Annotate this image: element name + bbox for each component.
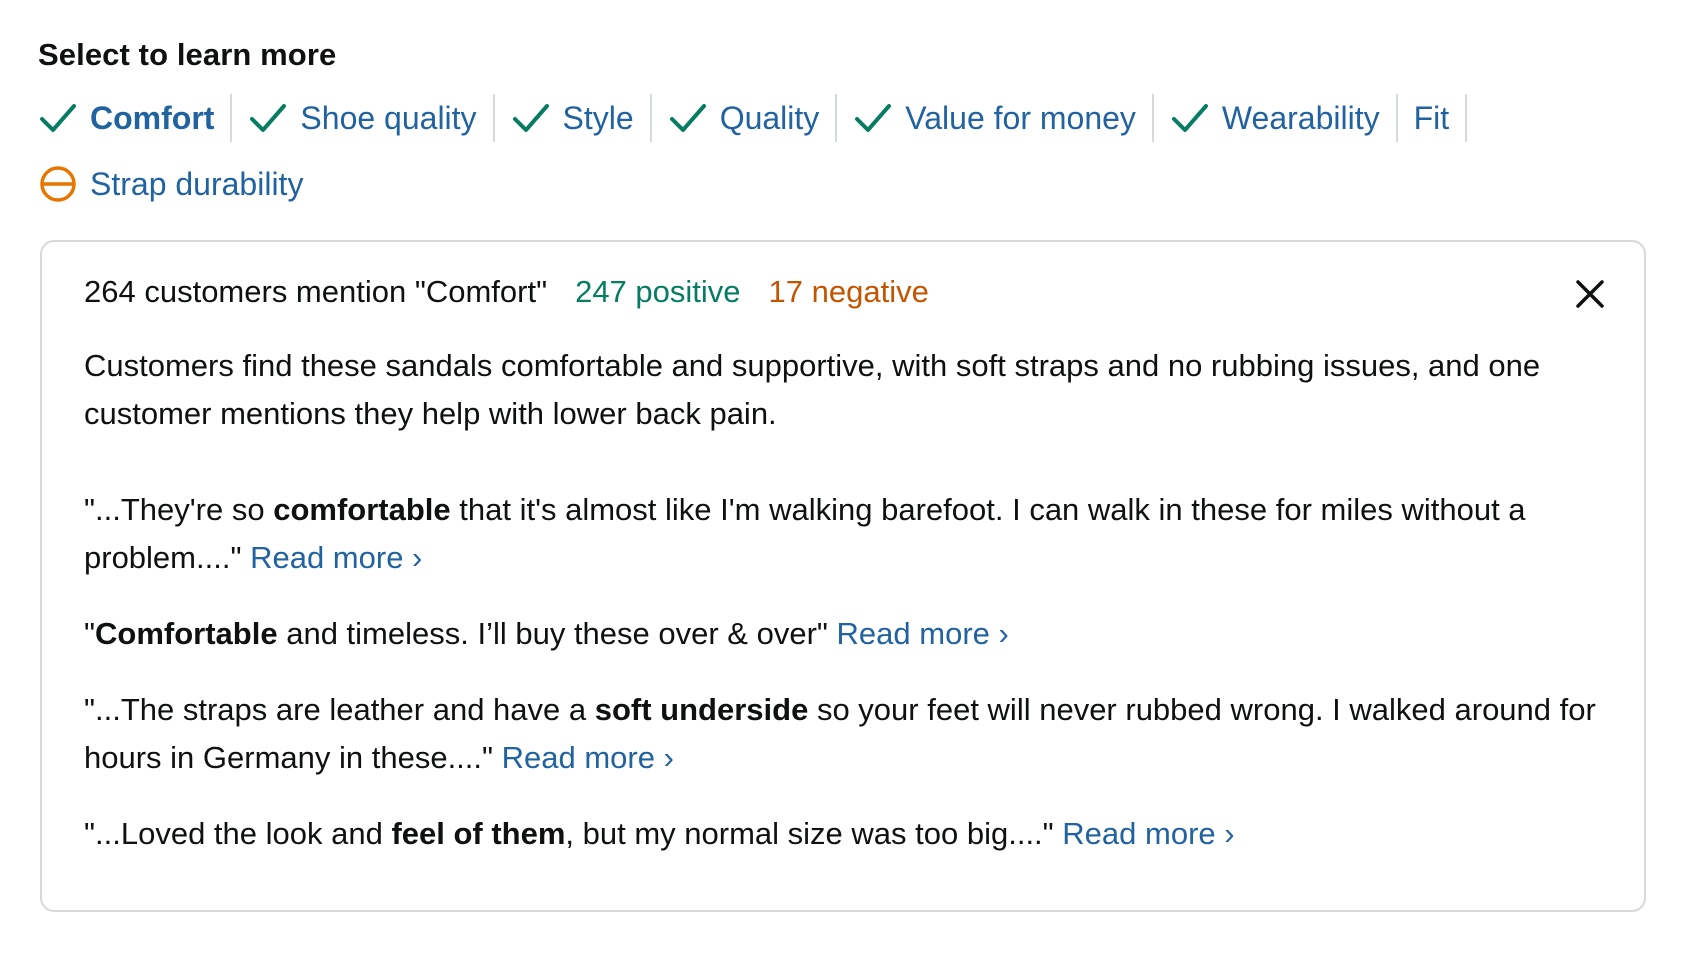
quote-text: and timeless. I’ll buy these over & over…	[277, 616, 837, 651]
quote-text: "	[84, 616, 96, 651]
review-quote: "Comfortable and timeless. I’ll buy thes…	[84, 610, 1604, 658]
aspect-style[interactable]: Style	[511, 94, 652, 142]
check-icon	[38, 98, 78, 138]
review-quote: "...They're so comfortable that it's alm…	[84, 486, 1604, 582]
aspect-comfort[interactable]: Comfort	[38, 94, 233, 142]
aspect-wearability[interactable]: Wearability	[1170, 94, 1398, 142]
check-icon	[853, 98, 893, 138]
read-more-link[interactable]: Read more ›	[1062, 816, 1234, 851]
close-button[interactable]	[1572, 276, 1608, 312]
aspect-label: Shoe quality	[300, 100, 477, 136]
quote-highlight: Comfortable	[95, 616, 278, 651]
read-more-link[interactable]: Read more ›	[250, 540, 422, 575]
mention-count: 264 customers mention "Comfort"	[84, 274, 548, 309]
aspect-label: Comfort	[90, 100, 215, 136]
quote-text: "...They're so	[84, 492, 274, 527]
read-more-link[interactable]: Read more ›	[837, 616, 1009, 651]
check-icon	[1170, 98, 1210, 138]
close-icon	[1576, 280, 1604, 308]
aspect-label: Fit	[1413, 100, 1450, 136]
aspect-description: Customers find these sandals comfortable…	[84, 348, 1541, 431]
aspect-label: Wearability	[1221, 100, 1380, 136]
mention-summary: 264 customers mention "Comfort" 247 posi…	[84, 272, 1602, 312]
mixed-sentiment-icon	[38, 164, 78, 204]
check-icon	[668, 98, 708, 138]
quote-highlight: feel of them	[391, 816, 566, 851]
aspect-label: Value for money	[905, 100, 1136, 136]
quote-highlight: comfortable	[273, 492, 451, 527]
quote-text: , but my normal size was too big...."	[565, 816, 1063, 851]
quote-text: "...Loved the look and	[84, 816, 392, 851]
aspect-fit[interactable]: Fit	[1414, 94, 1468, 142]
positive-count: 247 positive	[575, 274, 741, 309]
aspect-label: Style	[562, 100, 634, 136]
section-heading: Select to learn more	[38, 37, 337, 72]
aspect-label: Quality	[719, 100, 820, 136]
review-quote: "...The straps are leather and have a so…	[84, 686, 1604, 782]
aspect-quality[interactable]: Quality	[668, 94, 838, 142]
aspect-shoe-quality[interactable]: Shoe quality	[248, 94, 495, 142]
negative-count: 17 negative	[768, 274, 929, 309]
review-aspects-widget: Select to learn more Comfort Shoe qualit…	[0, 0, 1686, 954]
check-icon	[248, 98, 288, 138]
aspect-strap-durability[interactable]: Strap durability	[38, 160, 319, 208]
aspect-label: Strap durability	[90, 166, 304, 202]
quote-text: "...The straps are leather and have a	[84, 692, 595, 727]
read-more-link[interactable]: Read more ›	[502, 740, 674, 775]
check-icon	[511, 98, 551, 138]
aspect-detail-panel: 264 customers mention "Comfort" 247 posi…	[40, 240, 1646, 912]
aspect-list: Comfort Shoe quality Style Quality Value…	[38, 94, 1658, 208]
aspect-value-for-money[interactable]: Value for money	[853, 94, 1154, 142]
quote-highlight: soft underside	[594, 692, 809, 727]
review-quote: "...Loved the look and feel of them, but…	[84, 810, 1604, 858]
